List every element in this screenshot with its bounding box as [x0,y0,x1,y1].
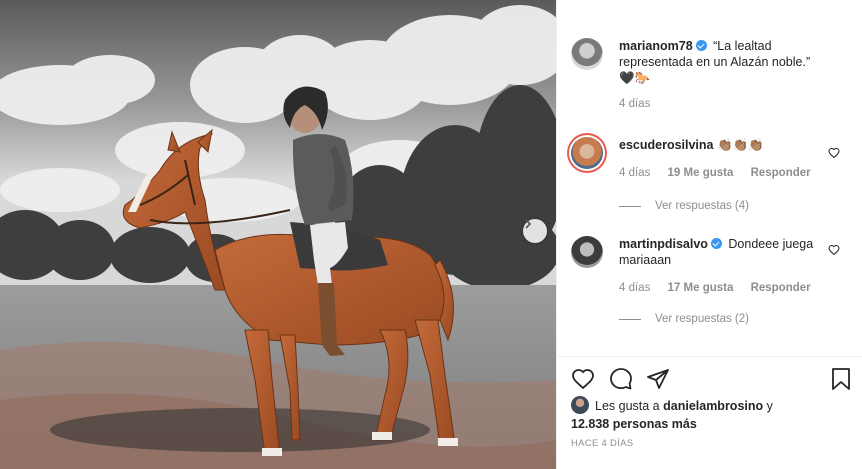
view-replies-button[interactable]: Ver respuestas (4) [619,200,749,212]
comment-meta: 4 días 17 Me gusta Responder [619,280,825,296]
comment-age: 4 días [619,167,651,179]
caption-line1: “La lealtad [713,39,772,53]
avatar[interactable] [571,137,603,169]
heart-icon[interactable] [828,244,840,256]
caption-text: marianom78 “La lealtad representada en u… [619,38,810,112]
comment-likes[interactable]: 19 Me gusta [668,167,734,179]
instagram-post: marianom78 “La lealtad representada en u… [0,0,862,469]
caption-block: marianom78 “La lealtad representada en u… [571,38,851,112]
comment-age: 4 días [619,282,651,294]
comment-username[interactable]: escuderosilvina [619,138,714,152]
likes-prefix: Les gusta a [595,399,660,413]
comment: escuderosilvina 👏🏽👏🏽👏🏽 4 días 19 Me gust… [571,137,851,181]
view-replies-label: Ver respuestas (2) [655,313,749,325]
chevron-right-icon [525,219,532,229]
comment-text: escuderosilvina 👏🏽👏🏽👏🏽 4 días 19 Me gust… [619,137,825,181]
caption-line2: representada en un Alazán noble.” [619,55,811,69]
comment-icon[interactable] [609,367,633,391]
comment-text: martinpdisalvo Dondeee juega mariaaan 4 … [619,236,825,296]
post-photo[interactable] [0,0,556,469]
view-replies-label: Ver respuestas (4) [655,200,749,212]
share-icon[interactable] [646,367,670,391]
post-timestamp[interactable]: HACE 4 DÍAS [571,438,633,449]
caption-meta: 4 días [619,96,810,112]
verified-icon [710,238,722,249]
post-side-panel: marianom78 “La lealtad representada en u… [556,0,862,469]
caption-emoji: 🖤🐎 [619,71,651,85]
comment-username[interactable]: martinpdisalvo [619,237,708,251]
likes-count[interactable]: 12.838 personas más [571,417,697,431]
likes-user[interactable]: danielambrosino [663,399,763,413]
avatar [571,396,589,414]
divider [619,318,641,320]
avatar[interactable] [571,38,603,70]
view-replies-button[interactable]: Ver respuestas (2) [619,313,749,325]
comment-line1: Dondeee juega [728,237,814,251]
divider [619,205,641,207]
reply-button[interactable]: Responder [751,282,811,294]
comment-body: 👏🏽👏🏽👏🏽 [716,138,764,152]
carousel-next-button[interactable] [523,219,547,243]
bookmark-icon[interactable] [829,367,853,391]
comment-meta: 4 días 19 Me gusta Responder [619,165,825,181]
comment-line2: mariaaan [619,253,672,267]
horse-rider-photo [0,0,556,469]
caption-age: 4 días [619,98,651,110]
like-heart-icon[interactable] [571,367,595,391]
likes-summary: Les gusta a danielambrosino y 12.838 per… [571,396,831,433]
avatar[interactable] [571,236,603,268]
caption-username[interactable]: marianom78 [619,39,693,53]
verified-icon [695,40,707,51]
comment-likes[interactable]: 17 Me gusta [668,282,734,294]
reply-button[interactable]: Responder [751,167,811,179]
likes-conj: y [766,399,773,413]
action-bar [557,356,862,390]
comment: martinpdisalvo Dondeee juega mariaaan 4 … [571,236,851,296]
heart-icon[interactable] [828,147,840,159]
